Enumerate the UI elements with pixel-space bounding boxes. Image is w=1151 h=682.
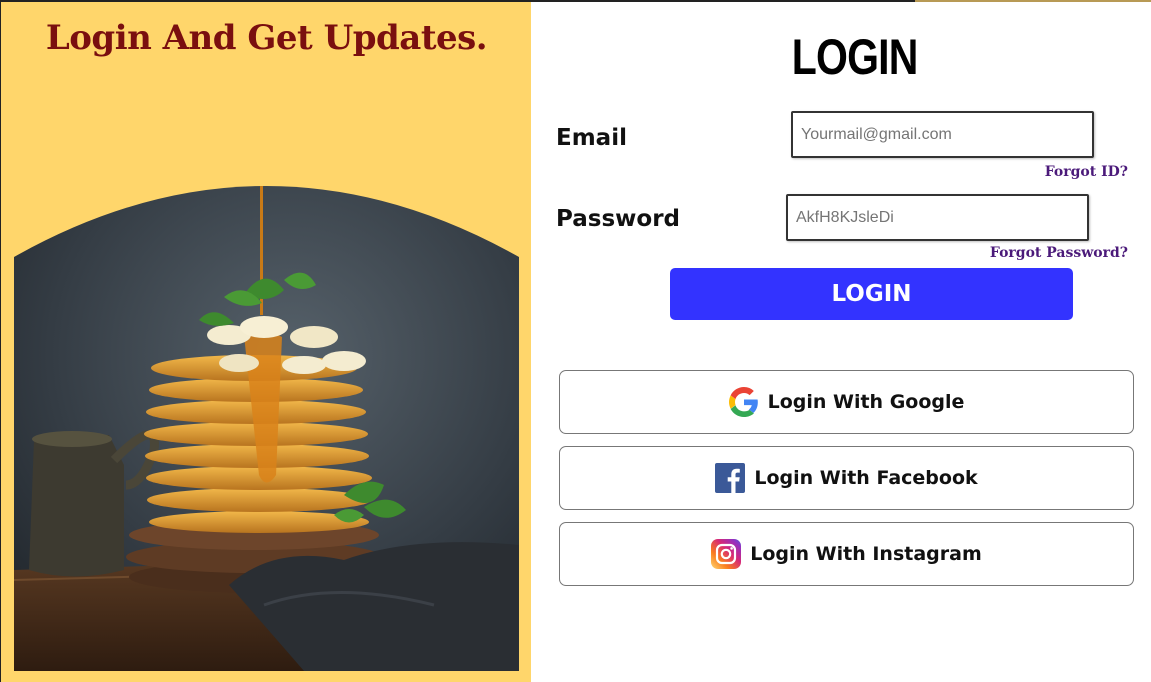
email-label: Email <box>556 125 627 151</box>
login-with-facebook-button[interactable]: Login With Facebook <box>559 446 1134 510</box>
forgot-password-link[interactable]: Forgot Password? <box>990 245 1128 261</box>
facebook-button-label: Login With Facebook <box>754 467 978 489</box>
login-title: LOGIN <box>791 29 919 85</box>
google-icon <box>728 387 759 417</box>
headline: Login And Get Updates. <box>45 18 488 58</box>
login-with-google-button[interactable]: Login With Google <box>559 370 1134 434</box>
instagram-icon <box>711 539 742 569</box>
left-panel: Login And Get Updates. <box>0 2 531 682</box>
email-input[interactable] <box>791 111 1094 158</box>
password-label: Password <box>556 206 680 232</box>
login-panel: LOGIN Email Forgot ID? Password Forgot P… <box>531 2 1151 682</box>
facebook-icon <box>715 463 746 493</box>
google-button-label: Login With Google <box>767 391 965 413</box>
forgot-id-link[interactable]: Forgot ID? <box>1045 164 1128 180</box>
instagram-button-label: Login With Instagram <box>750 543 982 565</box>
pancake-photo <box>14 185 519 671</box>
login-button[interactable]: LOGIN <box>670 268 1073 320</box>
password-input[interactable] <box>786 194 1089 241</box>
login-with-instagram-button[interactable]: Login With Instagram <box>559 522 1134 586</box>
